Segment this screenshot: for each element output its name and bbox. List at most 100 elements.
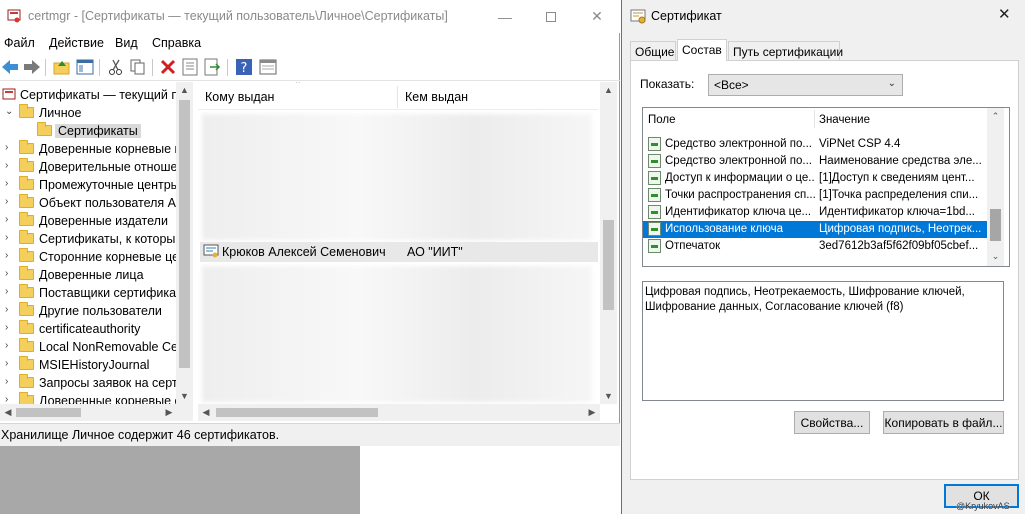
maximize-button[interactable] [528,0,574,33]
scroll-left-arrow-icon[interactable]: ◀ [0,404,16,421]
chevron-right-icon[interactable]: › [5,304,8,315]
export-list-button[interactable] [202,57,222,77]
export-icon [204,58,221,76]
menu-help[interactable]: Справка [152,36,201,50]
column-divider [397,86,398,108]
cut-button[interactable] [106,57,126,77]
tree-item-folder[interactable]: › Сертификаты, к которым [0,230,184,248]
console-view-button[interactable] [258,57,278,77]
tree-item-folder[interactable]: › Сторонние корневые цен [0,248,186,266]
chevron-right-icon[interactable]: › [5,160,8,171]
tree-item-folder[interactable]: › Доверенные издатели [0,212,176,230]
tab-details[interactable]: Состав [677,39,727,61]
tree-item-folder[interactable]: › Другие пользователи [0,302,176,320]
tree-item-folder[interactable]: › certificateauthority [0,320,176,338]
folder-icon [19,320,34,334]
tree-vertical-scroll-thumb[interactable] [179,100,190,368]
up-folder-button[interactable] [52,57,72,77]
chevron-right-icon[interactable]: › [5,232,8,243]
cert-issued-to: Крюков Алексей Семенович [222,245,386,259]
tree-item-folder[interactable]: › Доверенные корневые це [0,140,189,158]
chevron-down-icon[interactable]: ⌄ [5,106,13,117]
tree-root[interactable]: Сертификаты — текущий по [0,86,185,104]
tree-horizontal-scroll-thumb[interactable] [16,408,81,417]
chevron-right-icon[interactable]: › [5,322,8,333]
tree-horizontal-scrollbar[interactable]: ◀ ▶ [0,404,193,421]
chevron-right-icon[interactable]: › [5,250,8,261]
copy-to-file-button[interactable]: Копировать в файл... [883,411,1004,434]
scroll-left-arrow-icon[interactable]: ◀ [198,404,214,421]
dialog-close-button[interactable]: ✕ [998,5,1011,23]
chevron-right-icon[interactable]: › [5,286,8,297]
field-row[interactable]: Идентификатор ключа це... Идентификатор к… [643,204,987,221]
chevron-right-icon[interactable]: › [5,214,8,225]
list-vertical-scrollbar[interactable]: ▲ ▼ [600,82,617,404]
help-button[interactable]: ? [234,57,254,77]
tree-item-folder[interactable]: › Доверенные лица [0,266,176,284]
field-row[interactable]: Отпечаток 3ed7612b3af5f62f09bf05cbef... [643,238,987,255]
menu-view[interactable]: Вид [115,36,138,50]
list-horizontal-scrollbar[interactable]: ◀ ▶ [198,404,600,421]
tree-item-folder[interactable]: › Промежуточные центры [0,176,180,194]
tree-item-folder[interactable]: › Объект пользователя Act [0,194,186,212]
field-row[interactable]: Точки распространения сп... [1]Точка расп… [643,187,987,204]
certificate-list: ⌃ Кому выдан Кем выдан Крюков Алексей Се… [198,82,617,421]
forward-button[interactable] [22,57,42,77]
column-issued-to[interactable]: Кому выдан [205,90,274,104]
scroll-down-arrow-icon[interactable]: ⌄ [987,248,1004,264]
scissors-icon [109,59,122,75]
column-field[interactable]: Поле [648,114,676,126]
fields-vertical-scrollbar[interactable]: ⌃ ⌄ [987,108,1004,266]
scroll-right-arrow-icon[interactable]: ▶ [584,404,600,421]
tree-vertical-scrollbar[interactable]: ▲ ▼ [176,82,193,404]
field-value: Идентификатор ключа=1bd... [819,206,975,218]
back-button[interactable] [0,57,20,77]
chevron-right-icon[interactable]: › [5,178,8,189]
list-horizontal-scroll-thumb[interactable] [216,408,378,417]
tree-item-folder[interactable]: › MSIEHistoryJournal [0,356,176,374]
menu-action[interactable]: Действие [49,36,104,50]
chevron-right-icon[interactable]: › [5,142,8,153]
chevron-right-icon[interactable]: › [5,376,8,387]
field-row[interactable]: Доступ к информации о це... [1]Доступ к с… [643,170,987,187]
scroll-right-arrow-icon[interactable]: ▶ [161,404,177,421]
chevron-right-icon[interactable]: › [5,340,8,351]
chevron-right-icon[interactable]: › [5,358,8,369]
scroll-up-arrow-icon[interactable]: ▲ [600,82,617,98]
scroll-down-arrow-icon[interactable]: ▼ [600,388,617,404]
chevron-right-icon[interactable]: › [5,268,8,279]
show-dropdown[interactable]: <Все> ⌄ [708,74,903,96]
tree-item-certificates[interactable]: Сертификаты [0,122,176,140]
show-hide-tree-button[interactable] [75,57,95,77]
tree-item-personal[interactable]: ⌄ Личное [0,104,176,122]
scroll-down-arrow-icon[interactable]: ▼ [176,388,193,404]
tree-item-folder[interactable]: › Доверительные отношен [0,158,184,176]
tab-certification-path[interactable]: Путь сертификации [728,41,843,61]
status-bar: Хранилище Личное содержит 46 сертификато… [0,423,620,446]
menu-file[interactable]: Файл [4,36,35,50]
chevron-right-icon[interactable]: › [5,196,8,207]
field-row[interactable]: Средство электронной по... ViPNet CSP 4.4 [643,136,987,153]
copy-button[interactable] [128,57,148,77]
column-issued-by[interactable]: Кем выдан [405,90,468,104]
field-value-textbox[interactable]: Цифровая подпись, Неотрекаемость, Шифров… [642,281,1004,401]
tree-item-folder[interactable]: › Поставщики сертификат [0,284,182,302]
close-button[interactable]: ✕ [574,0,620,33]
window-title: certmgr - [Сертификаты — текущий пользов… [28,9,448,23]
field-row[interactable]: Использование ключа Цифровая подпись, Нео… [643,221,987,238]
certificate-field-icon [648,137,661,151]
tab-general[interactable]: Общие [630,41,676,61]
tree-item-folder[interactable]: › Local NonRemovable Cert [0,338,186,356]
column-value[interactable]: Значение [819,114,870,126]
tree-item-folder[interactable]: › Запросы заявок на серти [0,374,185,392]
list-row-selected[interactable]: Крюков Алексей Семенович АО "ИИТ" [200,242,598,262]
scroll-up-arrow-icon[interactable]: ⌃ [987,108,1004,124]
properties-toolbar-button[interactable] [180,57,200,77]
scroll-up-arrow-icon[interactable]: ▲ [176,82,193,98]
field-row[interactable]: Средство электронной по... Наименование с… [643,153,987,170]
fields-vertical-scroll-thumb[interactable] [990,209,1001,241]
list-vertical-scroll-thumb[interactable] [603,220,614,310]
delete-button[interactable] [158,57,178,77]
minimize-button[interactable]: — [482,0,528,33]
properties-button[interactable]: Свойства... [794,411,870,434]
